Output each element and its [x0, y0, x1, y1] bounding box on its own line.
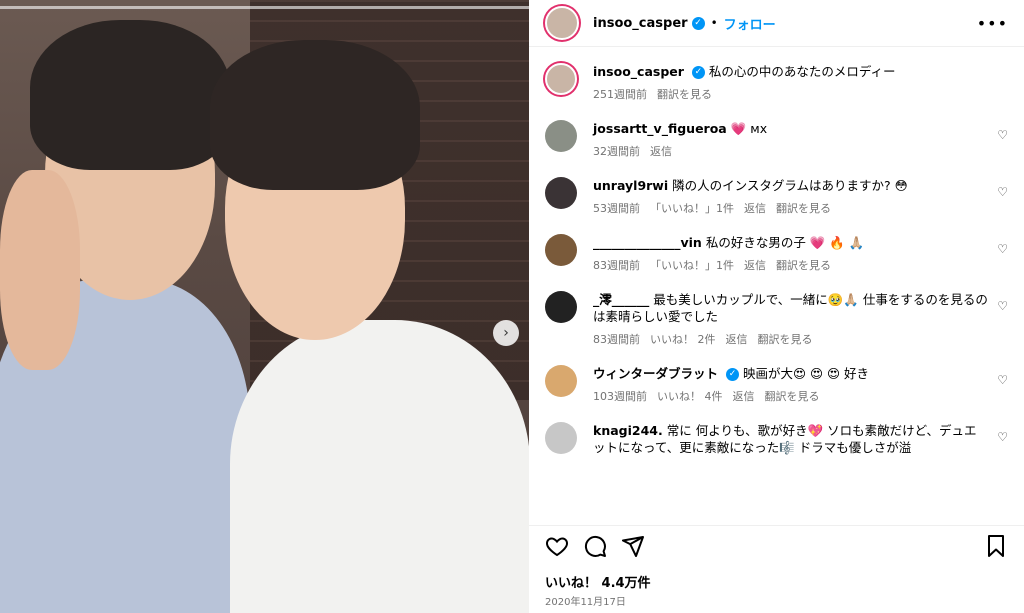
- comment-text: 映画が大😍 😍 😍 好き: [743, 366, 870, 381]
- comments-list[interactable]: insoo_casper ✓ 私の心の中のあなたのメロディー 251週間前 翻訳を…: [529, 47, 1024, 519]
- avatar[interactable]: [545, 234, 577, 266]
- verified-icon: ✓: [691, 16, 705, 30]
- translate-button[interactable]: 翻訳を見る: [765, 388, 820, 404]
- follow-button[interactable]: フォロー: [724, 14, 776, 33]
- comment-row: _澪______ 最も美しいカップルで、一緒に🥹🙏🏼 仕事をするのを見るのは素晴ら…: [545, 291, 1008, 347]
- carousel-progress: [0, 6, 529, 9]
- avatar[interactable]: [545, 120, 577, 152]
- comment-likes[interactable]: いいね！ 4件: [657, 388, 723, 404]
- comment-text: 💗 ᴍx: [730, 121, 768, 136]
- post-header: insoo_casper ✓ • フォロー •••: [529, 0, 1024, 47]
- comment-time: 83週間前: [593, 259, 640, 272]
- avatar[interactable]: [545, 177, 577, 209]
- person-left-hair: [30, 20, 230, 170]
- comment-icon[interactable]: [583, 534, 607, 558]
- comment-like-heart-icon[interactable]: ♡: [997, 242, 1008, 256]
- translate-button[interactable]: 翻訳を見る: [657, 86, 712, 102]
- more-options-icon[interactable]: •••: [977, 14, 1008, 33]
- translate-button[interactable]: 翻訳を見る: [776, 257, 831, 273]
- avatar[interactable]: [545, 63, 577, 95]
- share-icon[interactable]: [621, 534, 645, 558]
- translate-button[interactable]: 翻訳を見る: [758, 331, 813, 347]
- comment-like-heart-icon[interactable]: ♡: [997, 430, 1008, 444]
- comment-container: jossartt_v_figueroa 💗 ᴍx 32週間前 返信 ♡ unrayl9rw…: [545, 120, 1008, 456]
- comment-username[interactable]: _澪______: [593, 292, 649, 307]
- comment-time: 32週間前: [593, 145, 640, 158]
- caption-time: 251週間前: [593, 88, 647, 101]
- comment-row: unrayl9rwi 隣の人のインスタグラムはありますか? 😳 53週間前 「いいね！…: [545, 177, 1008, 216]
- comment-like-heart-icon[interactable]: ♡: [997, 299, 1008, 313]
- peace-sign-hand: [0, 170, 80, 370]
- comment-username[interactable]: ______________vin: [593, 235, 702, 250]
- comment-username[interactable]: knagi244.: [593, 423, 663, 438]
- verified-icon: ✓: [726, 368, 740, 381]
- comment-like-heart-icon[interactable]: ♡: [997, 185, 1008, 199]
- comment-text: 隣の人のインスタグラムはありますか? 😳: [672, 178, 908, 193]
- bookmark-icon[interactable]: [984, 534, 1008, 558]
- caption-text: 私の心の中のあなたのメロディー: [708, 64, 896, 79]
- post-date: 2020年11月17日: [545, 597, 626, 608]
- comment-username[interactable]: ウィンターダブラット: [593, 366, 718, 381]
- avatar[interactable]: [545, 422, 577, 454]
- avatar[interactable]: [545, 365, 577, 397]
- post-photo: ›: [0, 0, 529, 613]
- comment-like-heart-icon[interactable]: ♡: [997, 373, 1008, 387]
- reply-button[interactable]: 返信: [744, 257, 766, 273]
- comment-time: 103週間前: [593, 390, 647, 403]
- username[interactable]: insoo_casper: [593, 16, 688, 31]
- comment-username[interactable]: unrayl9rwi: [593, 178, 668, 193]
- reply-button[interactable]: 返信: [650, 143, 672, 159]
- comment-username[interactable]: jossartt_v_figueroa: [593, 121, 727, 136]
- translate-button[interactable]: 翻訳を見る: [776, 200, 831, 216]
- comment-likes[interactable]: いいね！ 2件: [650, 331, 716, 347]
- caption-username[interactable]: insoo_casper: [593, 64, 684, 79]
- comment-row: jossartt_v_figueroa 💗 ᴍx 32週間前 返信 ♡: [545, 120, 1008, 159]
- verified-icon: ✓: [691, 66, 705, 79]
- reply-button[interactable]: 返信: [733, 388, 755, 404]
- comment-likes[interactable]: 「いいね！」1件: [650, 200, 734, 216]
- separator-dot: •: [710, 16, 718, 30]
- caption-row: insoo_casper ✓ 私の心の中のあなたのメロディー 251週間前 翻訳を…: [545, 63, 1008, 102]
- comment-time: 83週間前: [593, 333, 640, 346]
- person-right-body: [230, 320, 529, 613]
- action-bar: [529, 525, 1024, 565]
- reply-button[interactable]: 返信: [726, 331, 748, 347]
- comment-row: ______________vin 私の好きな男の子 💗 🔥 🙏🏼 83週間前 「いい…: [545, 234, 1008, 273]
- comment-time: 53週間前: [593, 202, 640, 215]
- next-image-button[interactable]: ›: [493, 320, 519, 346]
- likes-count[interactable]: いいね！ 4.4万件: [545, 572, 651, 591]
- comment-like-heart-icon[interactable]: ♡: [997, 128, 1008, 142]
- avatar[interactable]: [545, 6, 579, 40]
- comment-likes[interactable]: 「いいね！」1件: [650, 257, 734, 273]
- avatar[interactable]: [545, 291, 577, 323]
- post-details-pane: insoo_casper ✓ • フォロー ••• insoo_casper ✓ …: [529, 0, 1024, 613]
- comment-text: 私の好きな男の子 💗 🔥 🙏🏼: [705, 235, 865, 250]
- comment-text: 最も美しいカップルで、一緒に🥹🙏🏼 仕事をするのを見るのは素晴らしい愛でした: [593, 292, 988, 324]
- reply-button[interactable]: 返信: [744, 200, 766, 216]
- person-right-hair: [210, 40, 420, 190]
- comment-row: knagi244. 常に 何よりも、歌が好き💖 ソロも素敵だけど、デュエットになっ…: [545, 422, 1008, 456]
- comment-row: ウィンターダブラット ✓ 映画が大😍 😍 😍 好き 103週間前 いいね！ 4件 返信翻…: [545, 365, 1008, 404]
- like-heart-icon[interactable]: [545, 534, 569, 558]
